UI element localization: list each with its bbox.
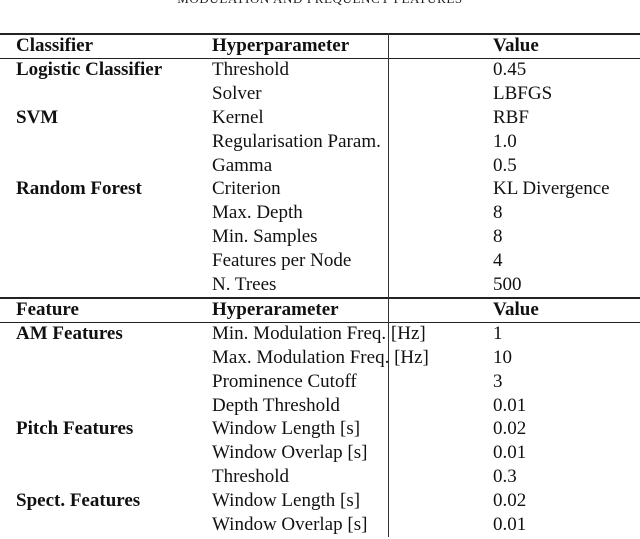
value-cell: 0.3 bbox=[493, 465, 517, 487]
value-cell: 8 bbox=[493, 202, 503, 224]
value-cell: 0.01 bbox=[493, 513, 527, 535]
value-cell: 1 bbox=[493, 323, 503, 345]
hyperparameter-cell: Hyperarameter bbox=[212, 298, 339, 320]
table-caption: MODULATION AND FREQUENCY FEATURES bbox=[0, 0, 640, 7]
group-cell: Pitch Features bbox=[16, 418, 134, 440]
table-row: Logistic Classifier Threshold 0.45 bbox=[0, 58, 640, 82]
hyperparameter-cell: Criterion bbox=[212, 178, 281, 200]
table-row: Random Forest Criterion KL Divergence bbox=[0, 177, 640, 201]
table-row: Regularisation Param. 1.0 bbox=[0, 130, 640, 154]
value-cell: 1.0 bbox=[493, 130, 517, 152]
table-row: AM Features Min. Modulation Freq. [Hz] 1 bbox=[0, 322, 640, 346]
group-cell: Feature bbox=[16, 298, 79, 320]
hyperparameter-cell: Solver bbox=[212, 83, 262, 105]
table-row: Max. Depth 8 bbox=[0, 201, 640, 225]
table-row: Threshold 0.3 bbox=[0, 465, 640, 489]
value-cell: 0.02 bbox=[493, 489, 527, 511]
hyperparameter-cell: Window Length [s] bbox=[212, 418, 361, 440]
hyperparameter-cell: Threshold bbox=[212, 59, 290, 81]
header-row: Feature Hyperarameter Value bbox=[0, 298, 640, 322]
hyperparameter-cell: Max. Modulation Freq. [Hz] bbox=[212, 346, 429, 368]
value-cell: 0.45 bbox=[493, 59, 527, 81]
group-cell: AM Features bbox=[16, 323, 123, 345]
hyperparameter-cell: Features per Node bbox=[212, 249, 352, 271]
value-cell: 0.01 bbox=[493, 394, 527, 416]
value-cell: Value bbox=[493, 298, 539, 320]
group-cell: Spect. Features bbox=[16, 489, 141, 511]
header-row: Classifier Hyperparameter Value bbox=[0, 34, 640, 58]
column-divider bbox=[388, 296, 389, 537]
hyperparameter-cell: Window Overlap [s] bbox=[212, 513, 368, 535]
value-cell: 3 bbox=[493, 370, 503, 392]
table-row: Prominence Cutoff 3 bbox=[0, 370, 640, 394]
value-cell: KL Divergence bbox=[493, 178, 610, 200]
column-divider bbox=[388, 33, 389, 297]
group-cell: SVM bbox=[16, 106, 59, 128]
table-row: Spect. Features Window Length [s] 0.02 bbox=[0, 489, 640, 513]
table-row: N. Trees 500 bbox=[0, 273, 640, 297]
group-cell: Classifier bbox=[16, 35, 94, 56]
hyperparameter-cell: Prominence Cutoff bbox=[212, 370, 357, 392]
table-row: Features per Node 4 bbox=[0, 249, 640, 273]
value-cell: 0.01 bbox=[493, 442, 527, 464]
value-cell: 0.5 bbox=[493, 154, 517, 176]
table-row: Pitch Features Window Length [s] 0.02 bbox=[0, 417, 640, 441]
table-row: Depth Threshold 0.01 bbox=[0, 394, 640, 418]
hyperparameter-cell: Max. Depth bbox=[212, 202, 303, 224]
value-cell: 10 bbox=[493, 346, 512, 368]
table-row: Window Overlap [s] 0.01 bbox=[0, 513, 640, 537]
group-cell: Random Forest bbox=[16, 178, 142, 200]
hyperparameter-cell: Threshold bbox=[212, 465, 290, 487]
value-cell: RBF bbox=[493, 106, 529, 128]
table-row: Gamma 0.5 bbox=[0, 154, 640, 178]
hyperparameter-cell: Depth Threshold bbox=[212, 394, 340, 416]
value-cell: LBFGS bbox=[493, 83, 553, 105]
value-cell: 500 bbox=[493, 273, 522, 295]
hyperparameter-cell: Min. Modulation Freq. [Hz] bbox=[212, 323, 426, 345]
table-row: Min. Samples 8 bbox=[0, 225, 640, 249]
hyperparameter-cell: Min. Samples bbox=[212, 225, 318, 247]
value-cell: 4 bbox=[493, 249, 503, 271]
table-row: Solver LBFGS bbox=[0, 82, 640, 106]
table-row: Window Overlap [s] 0.01 bbox=[0, 441, 640, 465]
hyperparameter-cell: Kernel bbox=[212, 106, 264, 128]
value-cell: 0.02 bbox=[493, 418, 527, 440]
hyperparameter-cell: Hyperparameter bbox=[212, 35, 350, 56]
hyperparameter-cell: N. Trees bbox=[212, 273, 277, 295]
value-cell: 8 bbox=[493, 225, 503, 247]
hyperparameter-cell: Regularisation Param. bbox=[212, 130, 381, 152]
hyperparameter-cell: Gamma bbox=[212, 154, 273, 176]
group-cell: Logistic Classifier bbox=[16, 59, 163, 81]
hyperparameter-cell: Window Length [s] bbox=[212, 489, 361, 511]
hyperparameter-cell: Window Overlap [s] bbox=[212, 442, 368, 464]
table-row: Max. Modulation Freq. [Hz] 10 bbox=[0, 346, 640, 370]
table-row: SVM Kernel RBF bbox=[0, 106, 640, 130]
value-cell: Value bbox=[493, 35, 539, 56]
